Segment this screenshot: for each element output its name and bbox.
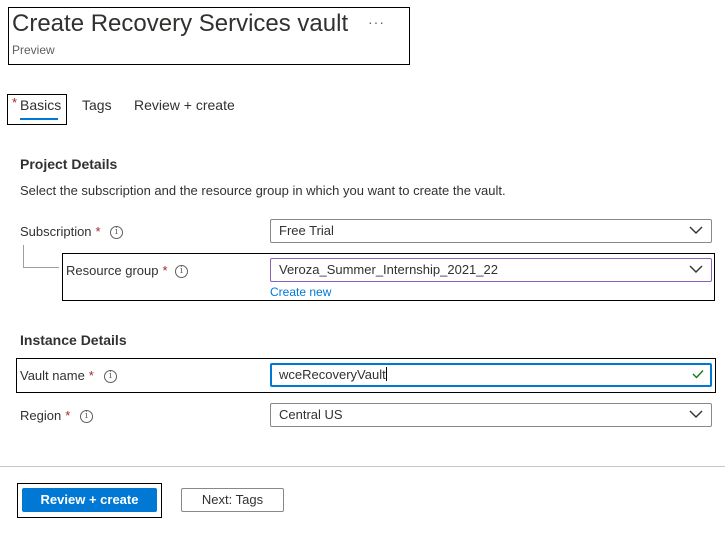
resource-group-required-marker: * xyxy=(162,263,168,278)
region-dropdown[interactable]: Central US xyxy=(270,403,712,427)
next-tags-button[interactable]: Next: Tags xyxy=(181,488,284,512)
region-info-icon[interactable]: i xyxy=(80,410,93,423)
vault-name-required-marker: * xyxy=(88,368,94,383)
resource-group-info-icon[interactable]: i xyxy=(175,265,188,278)
text-cursor xyxy=(385,367,387,381)
project-details-description: Select the subscription and the resource… xyxy=(20,183,506,198)
vault-name-input[interactable]: wceRecoveryVault xyxy=(270,363,712,387)
tree-connector-horizontal xyxy=(23,267,59,268)
page-subtitle: Preview xyxy=(12,43,55,57)
tree-connector-vertical xyxy=(23,245,24,268)
resource-group-label-text: Resource group xyxy=(66,263,159,278)
chevron-down-icon xyxy=(689,410,703,418)
instance-details-heading: Instance Details xyxy=(20,332,127,348)
vault-name-info-icon[interactable]: i xyxy=(104,370,117,383)
resource-group-value: Veroza_Summer_Internship_2021_22 xyxy=(279,262,498,277)
chevron-down-icon xyxy=(689,265,703,273)
review-create-button[interactable]: Review + create xyxy=(22,488,157,512)
checkmark-icon xyxy=(692,370,704,379)
vault-name-label-text: Vault name xyxy=(20,368,85,383)
page-title: Create Recovery Services vault xyxy=(12,10,349,37)
resource-group-label: Resource group * xyxy=(66,263,168,278)
subscription-label-text: Subscription xyxy=(20,224,92,239)
resource-group-dropdown[interactable]: Veroza_Summer_Internship_2021_22 xyxy=(270,258,712,282)
region-label-text: Region xyxy=(20,408,62,423)
create-new-resource-group-link[interactable]: Create new xyxy=(270,285,331,299)
chevron-down-icon xyxy=(689,226,703,234)
vault-name-value: wceRecoveryVault xyxy=(279,367,386,382)
more-options-icon[interactable]: ··· xyxy=(368,14,385,30)
region-required-marker: * xyxy=(65,408,71,423)
subscription-dropdown[interactable]: Free Trial xyxy=(270,219,712,243)
region-value: Central US xyxy=(279,407,343,422)
subscription-info-icon[interactable]: i xyxy=(110,226,123,239)
subscription-required-marker: * xyxy=(95,224,101,239)
tab-basics-required-marker: * xyxy=(12,95,18,110)
active-tab-underline xyxy=(20,118,58,120)
project-details-heading: Project Details xyxy=(20,156,118,172)
footer-divider xyxy=(0,466,725,467)
vault-name-label: Vault name * xyxy=(20,368,94,383)
tab-tags[interactable]: Tags xyxy=(82,97,112,113)
tab-basics[interactable]: Basics xyxy=(20,97,61,113)
region-label: Region * xyxy=(20,408,70,423)
tab-review-create[interactable]: Review + create xyxy=(134,97,235,113)
subscription-label: Subscription * xyxy=(20,224,101,239)
subscription-value: Free Trial xyxy=(279,223,334,238)
